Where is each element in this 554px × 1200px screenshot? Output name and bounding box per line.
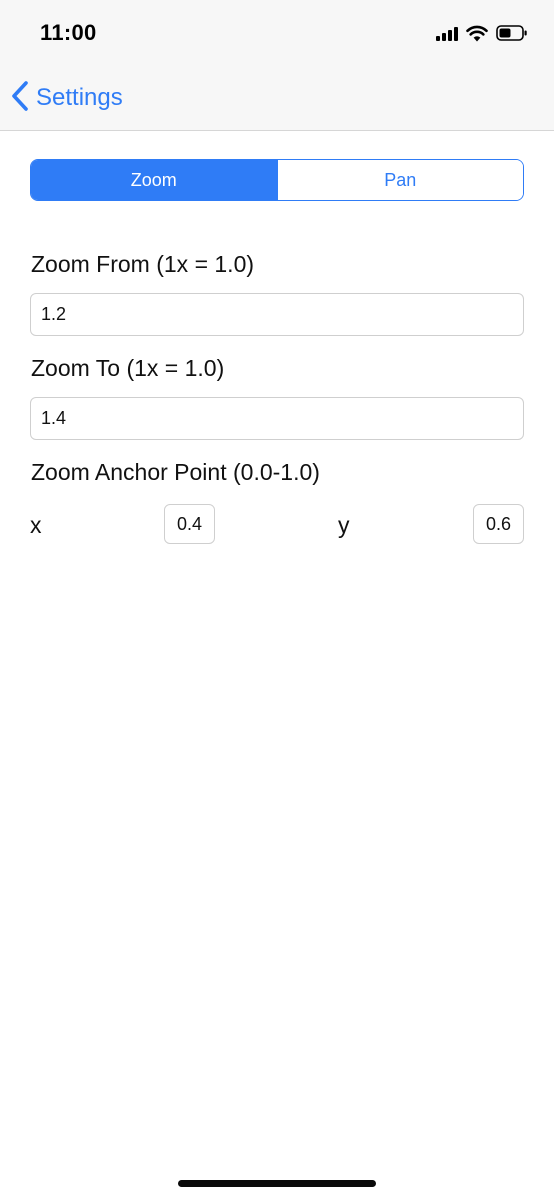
zoom-to-label: Zoom To (1x = 1.0) [31, 355, 225, 381]
zoom-anchor-label: Zoom Anchor Point (0.0-1.0) [31, 459, 320, 485]
signal-icon [436, 25, 458, 41]
zoom-to-field[interactable] [30, 397, 524, 440]
status-icons [436, 22, 528, 44]
chevron-left-icon [10, 80, 30, 117]
status-time: 11:00 [40, 20, 97, 45]
anchor-x-field[interactable] [164, 504, 215, 544]
anchor-y-field[interactable] [473, 504, 524, 544]
navigation-bar: Settings [0, 70, 554, 131]
wifi-icon [466, 25, 488, 42]
mode-segmented-control: Zoom Pan [30, 159, 524, 201]
back-label: Settings [36, 84, 123, 111]
anchor-x-label: x [30, 512, 42, 538]
back-button[interactable]: Settings [10, 80, 123, 116]
home-indicator[interactable] [178, 1180, 376, 1187]
zoom-from-field[interactable] [30, 293, 524, 336]
settings-screen: 11:00 Settings Zoom Pan Zoom From (1x = … [0, 0, 554, 1200]
segment-pan[interactable]: Pan [276, 160, 523, 200]
segment-zoom[interactable]: Zoom [31, 160, 277, 200]
zoom-from-label: Zoom From (1x = 1.0) [31, 251, 255, 277]
anchor-y-label: y [338, 512, 350, 538]
status-bar: 11:00 [0, 0, 554, 70]
battery-icon [496, 25, 528, 41]
